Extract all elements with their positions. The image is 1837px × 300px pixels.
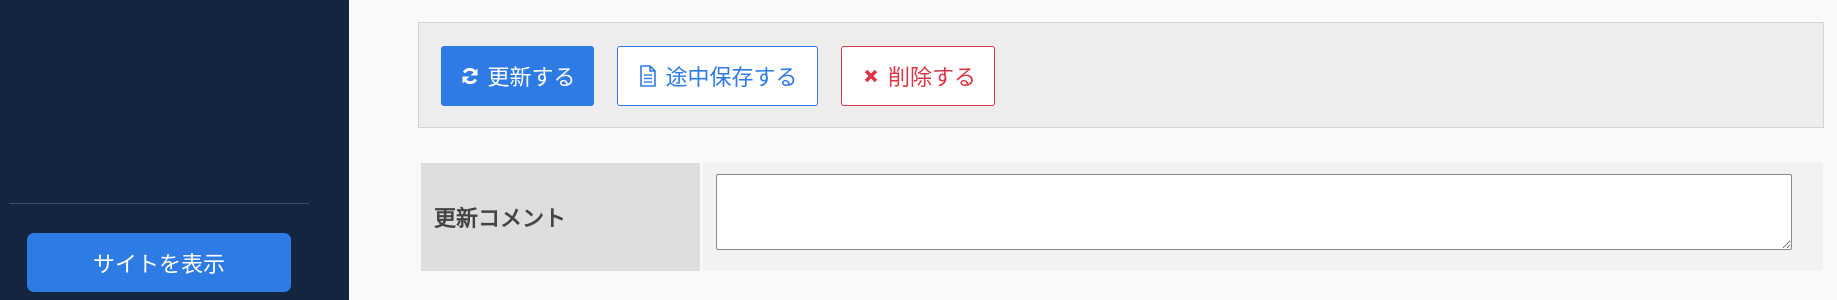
view-site-button-label: サイトを表示 [92, 252, 225, 278]
close-icon [860, 65, 882, 87]
update-comment-textarea[interactable] [716, 174, 1792, 250]
sidebar: サイトを表示 [0, 0, 349, 300]
sidebar-divider [9, 203, 309, 204]
document-icon [637, 65, 659, 87]
action-bar: 更新する 途中保存する 削除する [418, 22, 1824, 128]
update-comment-label: 更新コメント [421, 163, 700, 271]
delete-button-label: 削除する [887, 66, 976, 91]
refresh-icon [459, 65, 481, 87]
view-site-button[interactable]: サイトを表示 [27, 233, 291, 292]
update-button-label: 更新する [487, 66, 576, 91]
draft-save-button-label: 途中保存する [665, 66, 798, 91]
update-comment-cell [703, 163, 1823, 271]
draft-save-button[interactable]: 途中保存する [617, 46, 818, 106]
delete-button[interactable]: 削除する [841, 46, 995, 106]
update-button[interactable]: 更新する [441, 46, 594, 106]
update-comment-label-text: 更新コメント [434, 207, 567, 232]
update-comment-row: 更新コメント [421, 163, 1823, 271]
main-content: 更新する 途中保存する 削除する 更新コメント [349, 0, 1837, 300]
